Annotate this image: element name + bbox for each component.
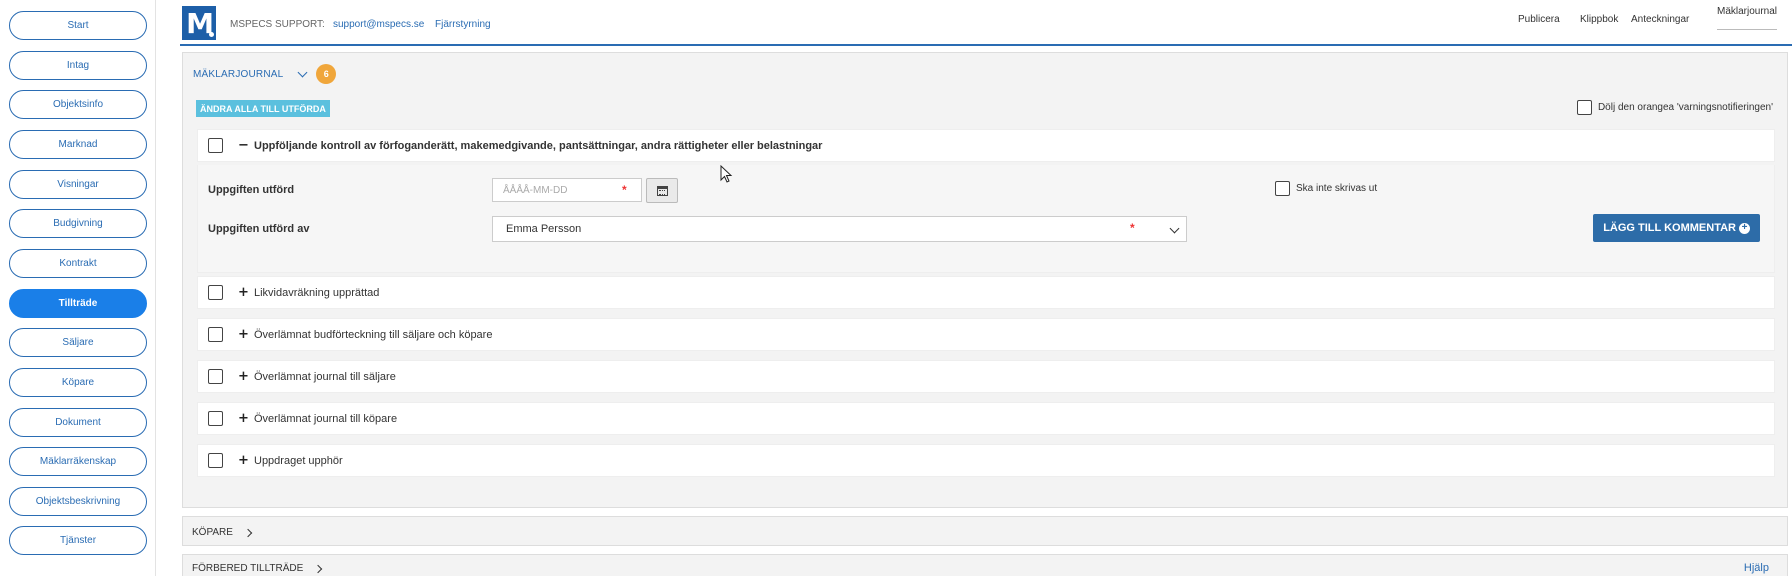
task-detail: Uppgiften utförd ÅÅÅÅ-MM-DD * Ska inte s… bbox=[197, 165, 1775, 273]
change-all-done-button[interactable]: ÄNDRA ALLA TILL UTFÖRDA bbox=[196, 100, 330, 117]
calendar-icon bbox=[656, 185, 668, 196]
task-row[interactable]: + Uppdraget upphör bbox=[197, 444, 1775, 477]
chevron-down-icon[interactable] bbox=[297, 67, 308, 77]
calendar-button[interactable] bbox=[646, 178, 678, 203]
sidebar-item-intag[interactable]: Intag bbox=[9, 51, 147, 80]
no-print-label: Ska inte skrivas ut bbox=[1296, 183, 1378, 194]
mspecs-logo[interactable]: M bbox=[182, 6, 216, 40]
task-label: Likvidavräkning upprättad bbox=[254, 287, 380, 299]
chevron-right-icon[interactable] bbox=[243, 528, 253, 537]
prepare-access-panel[interactable]: FÖRBERED TILLTRÄDE Hjälp bbox=[182, 554, 1788, 576]
top-bar: M MSPECS SUPPORT: support@mspecs.se Fjär… bbox=[180, 0, 1792, 46]
support-email-link[interactable]: support@mspecs.se bbox=[333, 19, 424, 30]
sidebar-item-dokument[interactable]: Dokument bbox=[9, 408, 147, 437]
task-row-expanded[interactable]: − Uppföljande kontroll av förfoganderätt… bbox=[197, 129, 1775, 162]
chevron-down-icon[interactable] bbox=[1169, 223, 1180, 234]
required-marker: * bbox=[622, 183, 627, 197]
done-by-select[interactable]: Emma Persson * bbox=[492, 216, 1187, 242]
add-comment-label: LÄGG TILL KOMMENTAR bbox=[1603, 222, 1736, 234]
sidebar-item-budgivning[interactable]: Budgivning bbox=[9, 209, 147, 238]
nav-publicera[interactable]: Publicera bbox=[1518, 14, 1560, 25]
plus-icon[interactable]: + bbox=[238, 327, 249, 342]
remote-control-link[interactable]: Fjärrstyrning bbox=[435, 19, 491, 30]
buyers-panel[interactable]: KÖPARE bbox=[182, 516, 1788, 546]
nav-klippbok[interactable]: Klippbok bbox=[1580, 14, 1618, 25]
sidebar-item-kopare[interactable]: Köpare bbox=[9, 368, 147, 397]
task-label: Uppdraget upphör bbox=[254, 455, 343, 467]
plus-icon[interactable]: + bbox=[238, 411, 249, 426]
sidebar-item-saljare[interactable]: Säljare bbox=[9, 328, 147, 357]
task-label: Överlämnat journal till säljare bbox=[254, 371, 396, 383]
buyers-panel-header[interactable]: KÖPARE bbox=[192, 527, 253, 538]
task-label: Uppföljande kontroll av förfoganderätt, … bbox=[254, 140, 823, 152]
notification-badge: 6 bbox=[316, 64, 337, 84]
date-input[interactable]: ÅÅÅÅ-MM-DD bbox=[492, 178, 642, 202]
task-row[interactable]: + Överlämnat journal till säljare bbox=[197, 360, 1775, 393]
plus-icon[interactable]: + bbox=[238, 369, 249, 384]
task-row[interactable]: + Likvidavräkning upprättad bbox=[197, 276, 1775, 309]
task-checkbox[interactable] bbox=[208, 327, 223, 342]
task-label: Överlämnat budförteckning till säljare o… bbox=[254, 329, 493, 341]
sidebar: Start Intag Objektsinfo Marknad Visninga… bbox=[0, 0, 156, 576]
nav-maklarjournal[interactable]: Mäklarjournal bbox=[1717, 6, 1778, 30]
sidebar-item-kontrakt[interactable]: Kontrakt bbox=[9, 249, 147, 278]
sidebar-item-maklarrakenskap[interactable]: Mäklarräkenskap bbox=[9, 447, 147, 476]
sidebar-item-marknad[interactable]: Marknad bbox=[9, 130, 147, 159]
task-checkbox[interactable] bbox=[208, 138, 223, 153]
chevron-right-icon[interactable] bbox=[314, 564, 323, 573]
sidebar-item-objektsinfo[interactable]: Objektsinfo bbox=[9, 90, 147, 119]
no-print-toggle[interactable]: Ska inte skrivas ut bbox=[1275, 181, 1377, 196]
date-placeholder: ÅÅÅÅ-MM-DD bbox=[503, 184, 568, 196]
prepare-access-header[interactable]: FÖRBERED TILLTRÄDE bbox=[192, 563, 323, 574]
support-label: MSPECS SUPPORT: bbox=[230, 19, 325, 30]
task-label: Överlämnat journal till köpare bbox=[254, 413, 398, 425]
journal-panel: MÄKLARJOURNAL 6 ÄNDRA ALLA TILL UTFÖRDA … bbox=[182, 52, 1788, 508]
required-marker: * bbox=[1130, 221, 1135, 235]
plus-icon[interactable]: + bbox=[238, 453, 249, 468]
task-row[interactable]: + Överlämnat budförteckning till säljare… bbox=[197, 318, 1775, 351]
sidebar-item-tjanster[interactable]: Tjänster bbox=[9, 526, 147, 555]
nav-anteckningar[interactable]: Anteckningar bbox=[1631, 14, 1689, 25]
journal-title: MÄKLARJOURNAL bbox=[193, 68, 284, 80]
sidebar-item-objektsbeskrivning[interactable]: Objektsbeskrivning bbox=[9, 487, 147, 516]
prepare-access-title: FÖRBERED TILLTRÄDE bbox=[192, 563, 304, 574]
sidebar-item-start[interactable]: Start bbox=[9, 11, 147, 40]
task-checkbox[interactable] bbox=[208, 453, 223, 468]
help-link[interactable]: Hjälp bbox=[1744, 562, 1769, 574]
journal-header[interactable]: MÄKLARJOURNAL 6 bbox=[193, 64, 337, 84]
plus-icon[interactable]: + bbox=[238, 285, 249, 300]
done-by-value: Emma Persson bbox=[506, 223, 582, 235]
task-checkbox[interactable] bbox=[208, 285, 223, 300]
minus-icon[interactable]: − bbox=[238, 138, 249, 153]
task-checkbox[interactable] bbox=[208, 369, 223, 384]
sidebar-item-tilltrade[interactable]: Tillträde bbox=[9, 289, 147, 318]
hide-warning-label: Dölj den orangea 'varningsnotifieringen' bbox=[1597, 102, 1773, 113]
task-row[interactable]: + Överlämnat journal till köpare bbox=[197, 402, 1775, 435]
task-checkbox[interactable] bbox=[208, 411, 223, 426]
buyers-panel-title: KÖPARE bbox=[192, 527, 233, 538]
add-comment-button[interactable]: LÄGG TILL KOMMENTAR + bbox=[1593, 214, 1760, 242]
hide-warning-toggle[interactable]: Dölj den orangea 'varningsnotifieringen' bbox=[1576, 100, 1773, 115]
done-label: Uppgiften utförd bbox=[208, 184, 295, 196]
sidebar-item-visningar[interactable]: Visningar bbox=[9, 170, 147, 199]
logo-dot bbox=[209, 32, 214, 37]
done-by-label: Uppgiften utförd av bbox=[208, 223, 310, 235]
hide-warning-checkbox[interactable] bbox=[1576, 100, 1592, 115]
plus-circle-icon: + bbox=[1739, 222, 1750, 234]
mouse-cursor-icon bbox=[720, 165, 733, 183]
no-print-checkbox[interactable] bbox=[1275, 181, 1290, 196]
